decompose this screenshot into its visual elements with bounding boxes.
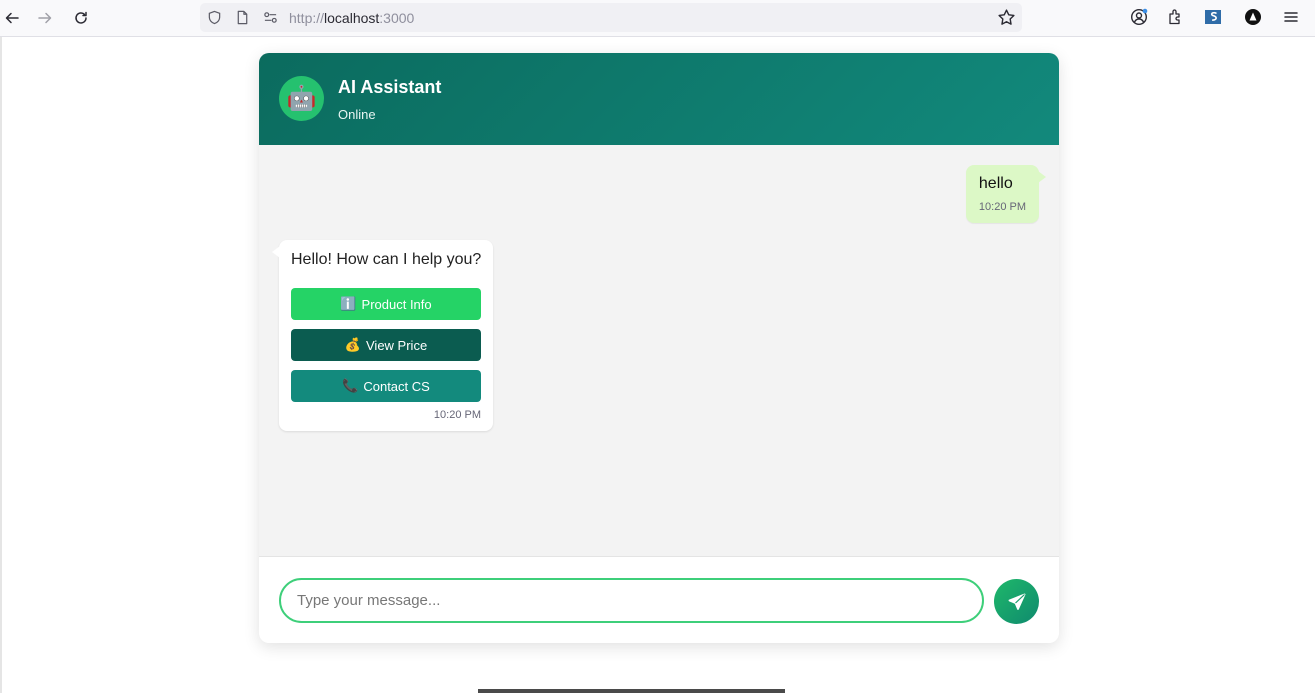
horizontal-scrollbar[interactable] (478, 689, 785, 693)
bot-message-time: 10:20 PM (433, 409, 481, 421)
chat-input-area (259, 556, 1059, 643)
back-arrow-icon (5, 12, 19, 24)
online-status: Online (338, 107, 376, 122)
url-text[interactable]: http://localhost:3000 (289, 10, 414, 26)
money-bag-icon: 💰 (344, 337, 361, 352)
chat-window: 🤖 AI Assistant Online hello 10:20 PM Hel… (259, 53, 1059, 643)
menu-icon[interactable] (1281, 7, 1301, 27)
view-price-label: View Price (366, 337, 428, 353)
reload-button[interactable] (69, 6, 93, 30)
phone-icon: 📞 (342, 378, 359, 393)
product-info-button[interactable]: ℹ️ Product Info (291, 288, 481, 320)
address-bar[interactable]: http://localhost:3000 (200, 3, 1022, 32)
bookmark-star-icon[interactable] (997, 8, 1016, 27)
page-icon[interactable] (234, 9, 251, 26)
url-host: localhost (324, 10, 380, 26)
bot-message: Hello! How can I help you? ℹ️ Product In… (272, 240, 493, 431)
send-button[interactable] (994, 579, 1039, 624)
permissions-icon[interactable] (262, 9, 279, 26)
back-button[interactable] (0, 6, 24, 30)
page-edge (0, 37, 2, 693)
shield-icon[interactable] (206, 9, 223, 26)
message-input[interactable] (279, 578, 984, 623)
forward-button[interactable] (33, 6, 57, 30)
robot-icon: 🤖 (286, 85, 317, 112)
user-message-text: hello (978, 175, 1013, 192)
url-scheme: http:// (289, 10, 325, 26)
reload-icon (75, 11, 87, 24)
user-message-time: 10:20 PM (978, 201, 1026, 213)
forward-arrow-icon (38, 12, 52, 24)
info-icon: ℹ️ (340, 296, 357, 311)
product-info-label: Product Info (361, 296, 432, 312)
contact-cs-label: Contact CS (363, 378, 430, 394)
view-price-button[interactable]: 💰 View Price (291, 329, 481, 361)
send-icon (1008, 593, 1025, 610)
chat-title: AI Assistant (338, 77, 442, 97)
extension-a-icon[interactable] (1243, 7, 1263, 27)
url-port: :3000 (379, 10, 415, 26)
user-message: hello 10:20 PM (965, 165, 1047, 223)
quick-reply-list: ℹ️ Product Info 💰 View Price 📞 Contact C… (291, 288, 481, 402)
extension-s-icon[interactable] (1203, 7, 1223, 27)
bot-message-text: Hello! How can I help you? (291, 251, 482, 268)
account-icon[interactable] (1129, 7, 1149, 27)
extensions-icon[interactable] (1166, 7, 1186, 27)
chat-messages[interactable]: hello 10:20 PM Hello! How can I help you… (259, 145, 1059, 556)
browser-toolbar: http://localhost:3000 (0, 0, 1315, 37)
chat-header: 🤖 AI Assistant Online (259, 53, 1059, 145)
contact-cs-button[interactable]: 📞 Contact CS (291, 370, 481, 402)
bot-avatar: 🤖 (279, 76, 324, 121)
